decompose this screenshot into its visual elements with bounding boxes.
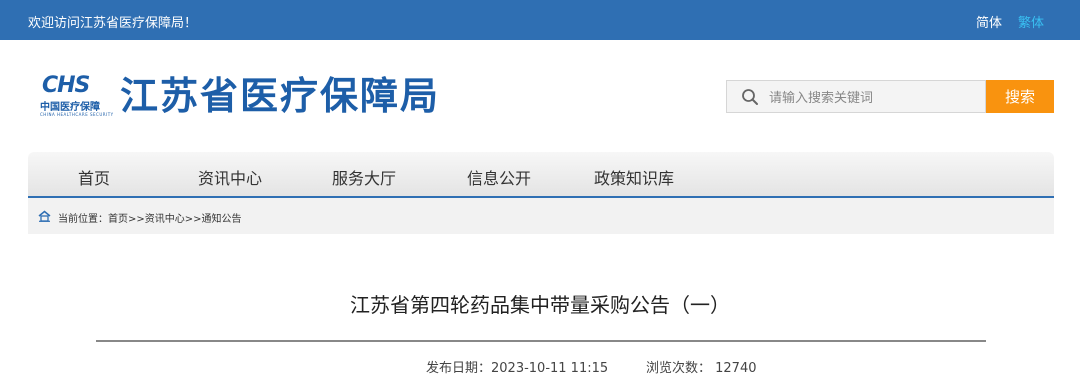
breadcrumb: 当前位置：首页>>资讯中心>>通知公告 [28, 198, 1054, 234]
logo-mark: CHS [42, 73, 90, 98]
nav-item-news-center[interactable]: 资讯中心 [198, 165, 262, 189]
nav-item-home[interactable]: 首页 [78, 165, 110, 189]
search-input[interactable] [767, 85, 981, 111]
nav-item-policy-library[interactable]: 政策知识库 [594, 165, 674, 189]
search-icon [742, 89, 758, 105]
view-count: 浏览次数： 12740 [646, 361, 757, 376]
main-nav: 首页 资讯中心 服务大厅 信息公开 政策知识库 [28, 152, 1054, 198]
site-title[interactable]: 江苏省医疗保障局 [120, 73, 440, 119]
breadcrumb-text: 当前位置：首页>>资讯中心>>通知公告 [58, 214, 242, 225]
home-icon [38, 210, 51, 222]
traditional-chinese-link[interactable]: 繁体 [1018, 12, 1044, 31]
title-divider [96, 340, 986, 342]
welcome-text: 欢迎访问江苏省医疗保障局！ [28, 16, 198, 31]
logo-en-text: CHINA HEALTHCARE SECURITY [40, 112, 114, 117]
search-button[interactable]: 搜索 [986, 80, 1054, 113]
top-bar: 欢迎访问江苏省医疗保障局！ 简体 繁体 [0, 0, 1080, 40]
simplified-chinese-link[interactable]: 简体 [976, 12, 1002, 31]
search-box [726, 80, 986, 113]
chs-logo[interactable]: CHS 中国医疗保障 CHINA HEALTHCARE SECURITY [40, 73, 113, 122]
logo-cn-text: 中国医疗保障 [40, 102, 100, 113]
nav-item-service-hall[interactable]: 服务大厅 [332, 165, 396, 189]
nav-item-info-disclosure[interactable]: 信息公开 [467, 165, 531, 189]
article-title: 江苏省第四轮药品集中带量采购公告（一） [350, 293, 730, 317]
publish-date: 发布日期：2023-10-11 11:15 [426, 361, 609, 376]
